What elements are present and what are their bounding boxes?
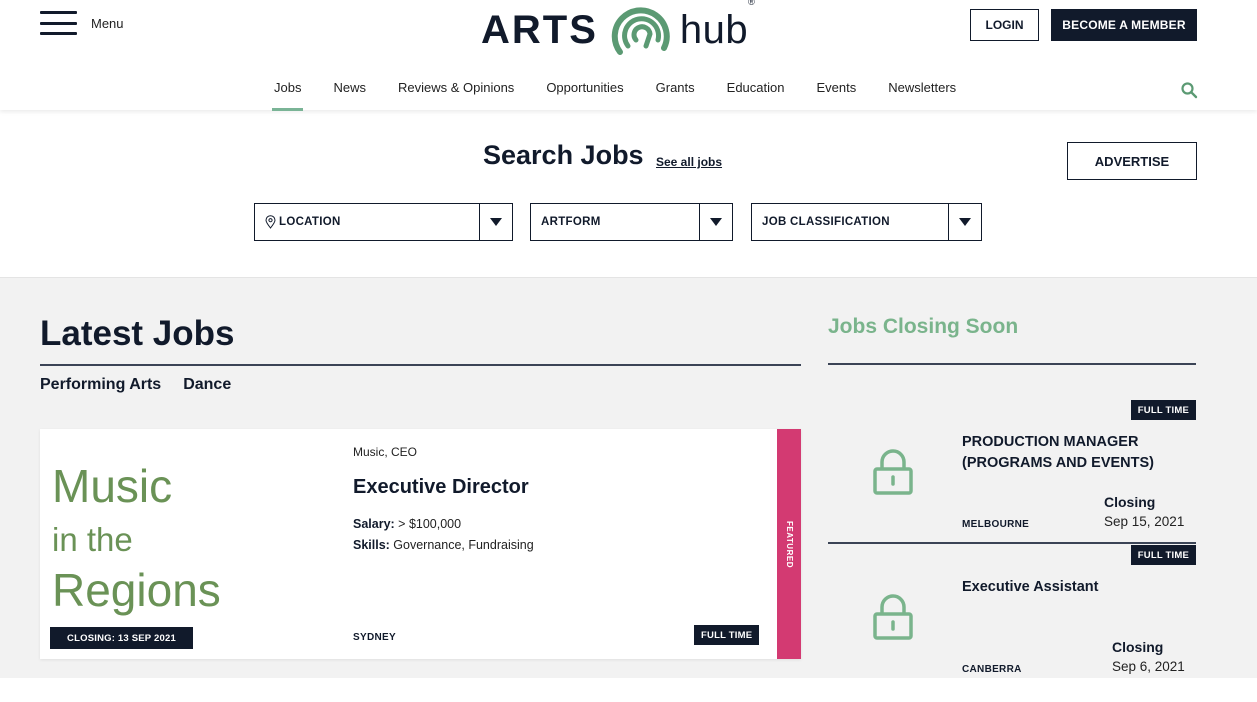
logo-hub-text: hub® (679, 0, 755, 52)
latest-jobs-title: Latest Jobs (40, 314, 235, 353)
artform-select[interactable]: ARTFORM (530, 203, 733, 241)
closing-label: Closing (1112, 639, 1164, 655)
location-select-text: LOCATION (279, 216, 341, 228)
see-all-jobs-link[interactable]: See all jobs (656, 155, 722, 169)
location-pin-icon (265, 215, 276, 229)
nav-item-events[interactable]: Events (800, 80, 872, 98)
chevron-down-icon[interactable] (948, 204, 981, 240)
nav-item-opportunities[interactable]: Opportunities (530, 80, 639, 98)
nav-item-news[interactable]: News (317, 80, 382, 98)
closing-job-title[interactable]: PRODUCTION MANAGER (PROGRAMS AND EVENTS) (962, 432, 1192, 474)
logo-arts-text: ARTS (481, 8, 598, 52)
closing-job-item[interactable]: FULL TIME PRODUCTION MANAGER (PROGRAMS A… (828, 400, 1196, 545)
salary-value: > $100,000 (394, 517, 462, 531)
location-select[interactable]: LOCATION (254, 203, 513, 241)
featured-strip: FEATURED (777, 429, 801, 659)
closing-item-divider (828, 542, 1196, 544)
search-icon[interactable] (1180, 81, 1198, 99)
closing-label: Closing (1104, 494, 1156, 510)
chevron-down-icon[interactable] (479, 204, 512, 240)
closing-date: Sep 6, 2021 (1112, 659, 1185, 674)
location-select-label: LOCATION (255, 215, 479, 229)
logo-hub-word: hub (679, 8, 749, 52)
advertise-button[interactable]: ADVERTISE (1067, 142, 1197, 180)
jobs-closing-soon-title: Jobs Closing Soon (828, 315, 1019, 338)
lock-icon (873, 449, 913, 495)
latest-jobs-divider (40, 364, 801, 366)
menu-button[interactable]: Menu (40, 11, 124, 35)
job-title[interactable]: Executive Director (353, 476, 529, 499)
salary-label: Salary: (353, 517, 395, 531)
become-member-button[interactable]: BECOME A MEMBER (1051, 9, 1197, 41)
featured-label: FEATURED (784, 520, 794, 568)
job-type-badge: FULL TIME (1130, 400, 1196, 420)
job-image-text-line3: Regions (52, 564, 221, 616)
nav-item-grants[interactable]: Grants (640, 80, 711, 98)
closing-date: Sep 15, 2021 (1104, 514, 1185, 529)
artshub-logo[interactable]: ARTS hub® (481, 0, 755, 60)
search-jobs-title: Search Jobs (483, 140, 644, 170)
latest-jobs-filters: Performing Arts Dance (40, 376, 231, 394)
closing-job-item[interactable]: FULL TIME Executive Assistant Closing Se… (828, 545, 1196, 678)
nav-item-jobs[interactable]: Jobs (258, 80, 317, 111)
job-classification-select[interactable]: JOB CLASSIFICATION (751, 203, 982, 241)
closing-job-city: CANBERRA (962, 664, 1022, 675)
search-jobs-section: Search Jobs See all jobs ADVERTISE LOCAT… (0, 110, 1257, 278)
filter-dance[interactable]: Dance (183, 376, 231, 394)
job-salary: Salary: > $100,000 (353, 517, 461, 531)
job-classification-select-label: JOB CLASSIFICATION (762, 216, 890, 228)
closing-job-city: MELBOURNE (962, 519, 1030, 530)
closing-job-title[interactable]: Executive Assistant (962, 577, 1192, 598)
job-image: Music in the Regions CLOSING: 13 SEP 202… (40, 429, 340, 659)
jobs-closing-soon-divider (828, 363, 1196, 365)
job-categories: Music, CEO (353, 445, 418, 459)
chevron-down-icon[interactable] (699, 204, 732, 240)
nav-item-reviews-opinions[interactable]: Reviews & Opinions (382, 80, 530, 98)
artform-select-label: ARTFORM (541, 216, 601, 228)
nav-item-newsletters[interactable]: Newsletters (872, 80, 972, 98)
job-image-text-line2: in the (52, 521, 133, 558)
jobs-content: Latest Jobs Performing Arts Dance Music … (0, 278, 1257, 678)
filter-performing-arts[interactable]: Performing Arts (40, 376, 161, 394)
site-header: Menu ARTS hub® LOGIN BECOME A MEMBER Job… (0, 0, 1257, 112)
featured-job-card[interactable]: Music in the Regions CLOSING: 13 SEP 202… (40, 429, 801, 659)
skills-value: Governance, Fundraising (389, 538, 534, 552)
menu-label: Menu (91, 15, 124, 31)
main-nav: Jobs News Reviews & Opinions Opportuniti… (258, 80, 972, 112)
logo-swirl-icon (611, 7, 670, 55)
job-type-badge: FULL TIME (1130, 545, 1196, 565)
nav-item-education[interactable]: Education (711, 80, 801, 98)
logo-registered-mark: ® (748, 0, 756, 7)
closing-date-badge: CLOSING: 13 SEP 2021 (50, 627, 193, 649)
lock-icon (873, 594, 913, 640)
job-image-text-line1: Music (52, 460, 173, 512)
job-skills: Skills: Governance, Fundraising (353, 538, 534, 552)
job-location: SYDNEY (353, 632, 396, 643)
hamburger-icon (40, 11, 77, 35)
skills-label: Skills: (353, 538, 390, 552)
login-button[interactable]: LOGIN (970, 9, 1039, 41)
job-type-badge: FULL TIME (694, 625, 760, 645)
